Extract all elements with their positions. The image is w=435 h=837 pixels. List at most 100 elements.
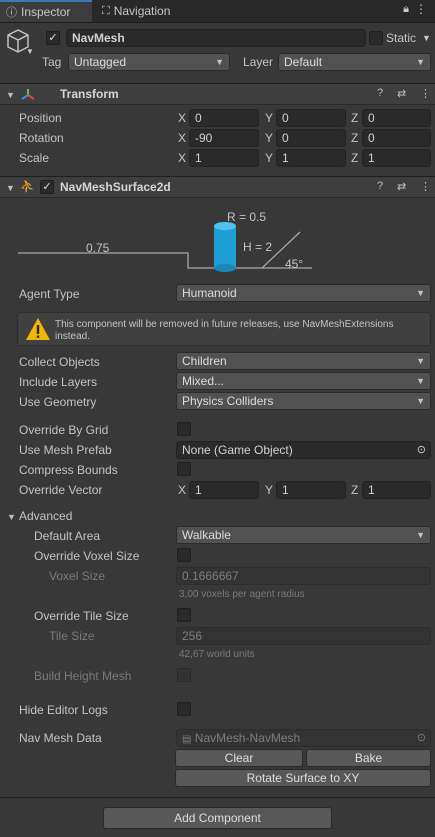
collect-objects-dropdown[interactable]: Children ▼ (176, 352, 431, 370)
build-height-mesh-checkbox (177, 668, 191, 682)
presets-icon[interactable]: ⇄ (397, 180, 406, 193)
transform-icon (21, 89, 35, 100)
add-component-button[interactable]: Add Component (103, 807, 332, 829)
scale-y-field[interactable]: 1 (276, 149, 346, 167)
transform-title: Transform (60, 87, 119, 101)
tile-size-field: 256 (176, 627, 431, 645)
static-dropdown-arrow-icon[interactable]: ▼ (422, 33, 431, 43)
presets-icon[interactable]: ⇄ (397, 87, 406, 100)
include-layers-value: Mixed... (182, 374, 225, 388)
voxel-size-label: Voxel Size (49, 569, 106, 583)
default-area-dropdown[interactable]: Walkable ▼ (176, 526, 431, 544)
axis-y-label: Y (265, 111, 274, 125)
override-vector-label: Override Vector (19, 483, 103, 497)
gameobject-name-field[interactable]: NavMesh (66, 29, 366, 47)
rotation-x-field[interactable]: -90 (189, 129, 259, 147)
override-tile-size-checkbox[interactable] (177, 608, 191, 622)
use-geometry-dropdown[interactable]: Physics Colliders ▼ (176, 392, 431, 410)
override-voxel-size-checkbox[interactable] (177, 548, 191, 562)
position-z-field[interactable]: 0 (362, 109, 431, 127)
layer-value: Default (284, 55, 323, 69)
override-by-grid-checkbox[interactable] (177, 422, 191, 436)
voxel-size-hint: 3,00 voxels per agent radius (179, 589, 305, 600)
use-mesh-prefab-field[interactable]: None (Game Object) ⊙ (176, 441, 431, 459)
rotation-z-field[interactable]: 0 (362, 129, 431, 147)
nav-mesh-data-field: ▤ NavMesh-NavMesh ⊙ (176, 729, 431, 747)
agent-type-value: Humanoid (182, 286, 237, 300)
override-vector-y-field[interactable]: 1 (276, 481, 346, 499)
info-icon: ⓘ (6, 7, 17, 19)
chevron-down-icon: ▼ (416, 396, 425, 406)
compress-bounds-label: Compress Bounds (19, 463, 118, 477)
kebab-menu-icon[interactable]: ⋮ (420, 87, 431, 100)
position-label: Position (19, 111, 62, 125)
voxel-size-field: 0.1666667 (176, 567, 431, 585)
override-vector-z-field[interactable]: 1 (362, 481, 431, 499)
lock-icon[interactable]: 🔒︎ (403, 3, 409, 16)
scale-z-field[interactable]: 1 (362, 149, 431, 167)
diagram-step-label: 0.75 (86, 241, 110, 255)
object-picker-icon[interactable]: ⊙ (417, 442, 426, 458)
gameobject-active-checkbox[interactable]: ✓ (46, 31, 60, 45)
tab-navigation[interactable]: ⛶ Navigation (96, 0, 176, 22)
axis-y-label: Y (265, 483, 274, 497)
axis-y-label: Y (265, 151, 274, 165)
use-mesh-prefab-label: Use Mesh Prefab (19, 443, 112, 457)
static-checkbox[interactable] (369, 31, 383, 45)
advanced-foldout-label[interactable]: Advanced (19, 509, 72, 523)
axis-y-label: Y (265, 131, 274, 145)
tab-inspector[interactable]: ⓘ Inspector (0, 0, 92, 22)
clear-button[interactable]: Clear (175, 749, 303, 767)
advanced-foldout-arrow-icon[interactable]: ▼ (7, 512, 16, 522)
tab-bar: ⓘ Inspector ⛶ Navigation 🔒︎ ⋮ (0, 0, 435, 23)
override-voxel-size-label: Override Voxel Size (34, 549, 140, 563)
include-layers-label: Include Layers (19, 375, 98, 389)
axis-x-label: X (178, 131, 187, 145)
axis-x-label: X (178, 151, 187, 165)
layer-dropdown[interactable]: Default ▼ (278, 53, 431, 71)
override-by-grid-label: Override By Grid (19, 423, 109, 437)
use-geometry-value: Physics Colliders (182, 394, 274, 408)
kebab-menu-icon[interactable]: ⋮ (420, 180, 431, 193)
scale-x-field[interactable]: 1 (189, 149, 259, 167)
icon-dropdown-arrow-icon[interactable]: ▼ (26, 47, 34, 56)
diagram-radius-label: R = 0.5 (227, 210, 267, 224)
agent-type-label: Agent Type (19, 287, 80, 301)
layer-label: Layer (243, 55, 274, 69)
rotation-y-field[interactable]: 0 (276, 129, 346, 147)
axis-z-label: Z (351, 131, 359, 145)
navmesh-surface-header[interactable]: ▼ ⛹ ✓ NavMeshSurface2d ? ⇄ ⋮ (0, 176, 435, 198)
use-mesh-prefab-value: None (Game Object) (182, 443, 293, 457)
position-x-field[interactable]: 0 (189, 109, 259, 127)
chevron-down-icon: ▼ (215, 57, 224, 67)
tag-dropdown[interactable]: Untagged ▼ (68, 53, 230, 71)
tag-label: Tag (42, 55, 62, 69)
diagram-slope-label: 45° (285, 257, 304, 271)
transform-header[interactable]: ▼ Transform ? ⇄ ⋮ (0, 83, 435, 105)
agent-type-dropdown[interactable]: Humanoid ▼ (176, 284, 431, 302)
foldout-arrow-icon[interactable]: ▼ (6, 90, 15, 100)
divider (0, 797, 435, 798)
compress-bounds-checkbox[interactable] (177, 462, 191, 476)
hide-editor-logs-label: Hide Editor Logs (19, 703, 108, 717)
navmesh-component-icon: ⛹ (20, 179, 35, 193)
axis-z-label: Z (351, 151, 359, 165)
position-y-field[interactable]: 0 (276, 109, 346, 127)
navmesh-enabled-checkbox[interactable]: ✓ (40, 180, 54, 194)
kebab-menu-icon[interactable]: ⋮ (415, 2, 427, 16)
diagram-height-label: H = 2 (243, 240, 273, 254)
nav-mesh-data-value: NavMesh-NavMesh (194, 731, 301, 745)
foldout-arrow-icon[interactable]: ▼ (6, 183, 15, 193)
help-icon[interactable]: ? (377, 180, 383, 192)
override-vector-x-field[interactable]: 1 (189, 481, 259, 499)
hide-editor-logs-checkbox[interactable] (177, 702, 191, 716)
bake-button[interactable]: Bake (306, 749, 431, 767)
rotate-surface-button[interactable]: Rotate Surface to XY (175, 769, 431, 787)
use-geometry-label: Use Geometry (19, 395, 97, 409)
help-icon[interactable]: ? (377, 87, 383, 99)
tab-inspector-label: Inspector (21, 5, 71, 19)
chevron-down-icon: ▼ (416, 57, 425, 67)
tab-navigation-label: Navigation (113, 4, 171, 18)
axis-x-label: X (178, 111, 187, 125)
include-layers-dropdown[interactable]: Mixed... ▼ (176, 372, 431, 390)
